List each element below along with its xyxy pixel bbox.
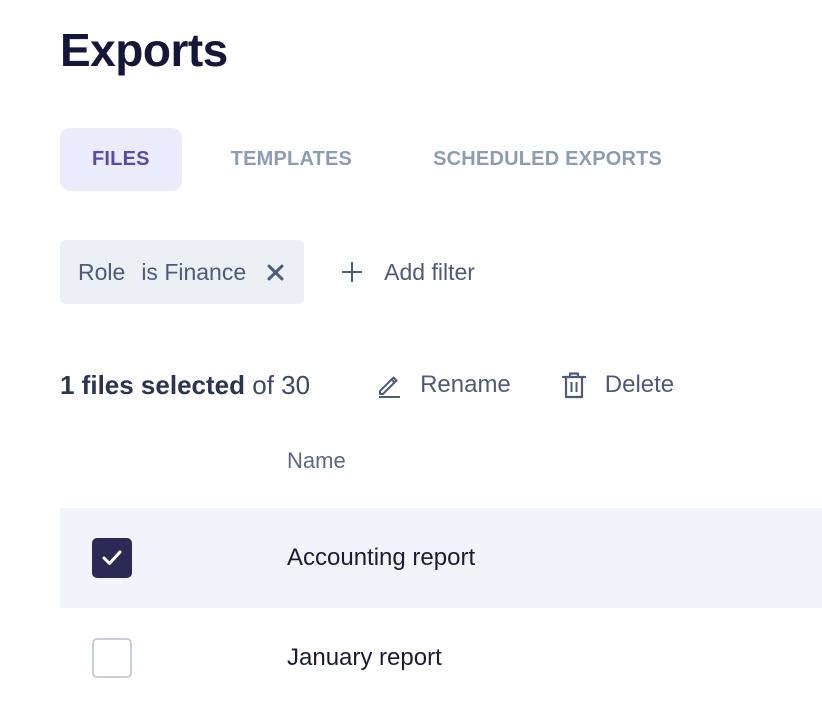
row-name: Accounting report bbox=[287, 544, 476, 571]
selection-count: 1 files selected of 30 bbox=[60, 370, 310, 401]
plus-icon bbox=[342, 262, 363, 282]
filter-chip-value: is Finance bbox=[141, 258, 247, 285]
close-icon[interactable] bbox=[266, 263, 284, 281]
row-checkbox[interactable] bbox=[92, 538, 132, 578]
page-title: Exports bbox=[60, 24, 228, 76]
filter-chip-role[interactable]: Role is Finance bbox=[60, 240, 305, 304]
filter-bar: Role is Finance Add filter bbox=[60, 240, 475, 304]
total-count-text: of 30 bbox=[252, 369, 311, 400]
tab-scheduled-exports[interactable]: SCHEDULED EXPORTS bbox=[401, 128, 694, 191]
row-name: January report bbox=[287, 644, 442, 671]
delete-button[interactable]: Delete bbox=[561, 371, 674, 399]
table-row[interactable]: Accounting report bbox=[60, 508, 822, 608]
row-checkbox[interactable] bbox=[92, 638, 132, 678]
delete-label: Delete bbox=[604, 371, 675, 398]
rename-button[interactable]: Rename bbox=[376, 371, 511, 399]
selection-toolbar: 1 files selected of 30 Rename Delete bbox=[60, 364, 674, 406]
selected-count-text: 1 files selected bbox=[60, 369, 245, 400]
table-row[interactable]: January report bbox=[60, 608, 822, 708]
tab-templates[interactable]: TEMPLATES bbox=[199, 128, 384, 191]
checkmark-icon bbox=[102, 550, 122, 565]
filter-chip-field: Role bbox=[78, 258, 126, 285]
column-header-name[interactable]: Name bbox=[287, 448, 346, 474]
tab-bar: FILES TEMPLATES SCHEDULED EXPORTS bbox=[60, 128, 694, 191]
add-filter-label: Add filter bbox=[384, 258, 475, 285]
rename-label: Rename bbox=[420, 371, 511, 398]
tab-files[interactable]: FILES bbox=[60, 128, 182, 191]
pencil-icon bbox=[379, 376, 401, 398]
add-filter-button[interactable]: Add filter bbox=[342, 259, 475, 286]
trash-icon bbox=[561, 372, 586, 399]
